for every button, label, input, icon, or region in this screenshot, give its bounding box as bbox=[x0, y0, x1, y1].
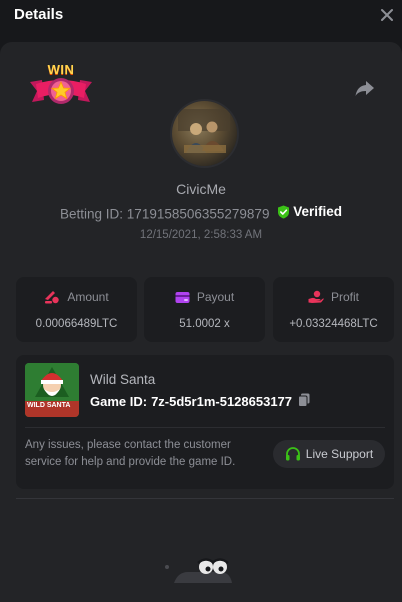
close-button[interactable] bbox=[376, 4, 398, 26]
game-id-label: Game ID: bbox=[90, 394, 148, 409]
bet-timestamp: 12/15/2021, 2:58:33 AM bbox=[139, 229, 263, 241]
game-info-card: WILD SANTA Wild Santa Game ID: 7z-5d5r1m… bbox=[16, 355, 394, 489]
headset-icon bbox=[285, 447, 300, 461]
game-thumbnail[interactable]: WILD SANTA bbox=[25, 363, 79, 417]
game-id-value: 7z-5d5r1m-5128653177 bbox=[151, 394, 293, 409]
coins-icon bbox=[45, 291, 60, 304]
section-divider bbox=[16, 498, 394, 499]
stat-card-profit: Profit +0.03324468LTC bbox=[273, 277, 394, 342]
hand-coin-icon bbox=[308, 290, 324, 303]
verified-label: Verified bbox=[293, 204, 342, 219]
stat-label-profit: Profit bbox=[330, 290, 359, 304]
stat-value-amount: 0.00066489LTC bbox=[35, 318, 118, 330]
win-badge-label: WIN bbox=[47, 62, 75, 77]
game-thumbnail-label: WILD SANTA bbox=[27, 402, 71, 409]
betting-id-row: Betting ID: 1719158506355279879 Verified bbox=[0, 204, 402, 222]
game-id-row: Game ID: 7z-5d5r1m-5128653177 bbox=[90, 393, 310, 410]
shield-check-icon bbox=[278, 205, 290, 218]
live-support-label: Live Support bbox=[305, 447, 374, 461]
live-support-button[interactable]: Live Support bbox=[273, 440, 385, 468]
game-name: Wild Santa bbox=[90, 372, 156, 387]
avatar bbox=[172, 101, 237, 166]
support-help-text: Any issues, please contact the customer … bbox=[25, 439, 236, 468]
share-icon bbox=[355, 81, 374, 96]
wallet-icon bbox=[175, 291, 190, 303]
betting-id-value: 1719158506355279879 bbox=[126, 206, 270, 222]
stat-label-amount: Amount bbox=[67, 290, 109, 304]
stat-value-payout: 51.0002 x bbox=[179, 318, 230, 330]
header-bar: Details bbox=[0, 0, 402, 34]
copy-button[interactable] bbox=[298, 393, 310, 410]
close-icon bbox=[381, 9, 393, 21]
stat-card-amount: Amount 0.00066489LTC bbox=[16, 277, 137, 342]
stat-value-profit: +0.03324468LTC bbox=[289, 318, 378, 330]
betting-id-label: Betting ID: bbox=[60, 206, 124, 222]
divider bbox=[25, 427, 385, 428]
stat-label-payout: Payout bbox=[196, 290, 235, 304]
username: CivicMe bbox=[176, 181, 226, 197]
win-badge: WIN bbox=[28, 60, 94, 112]
copy-icon bbox=[298, 393, 310, 407]
page-title: Details bbox=[14, 6, 64, 23]
verified-badge: Verified bbox=[277, 204, 342, 219]
stat-card-payout: Payout 51.0002 x bbox=[144, 277, 265, 342]
share-button[interactable] bbox=[354, 78, 376, 98]
mascot-illustration bbox=[158, 552, 238, 583]
